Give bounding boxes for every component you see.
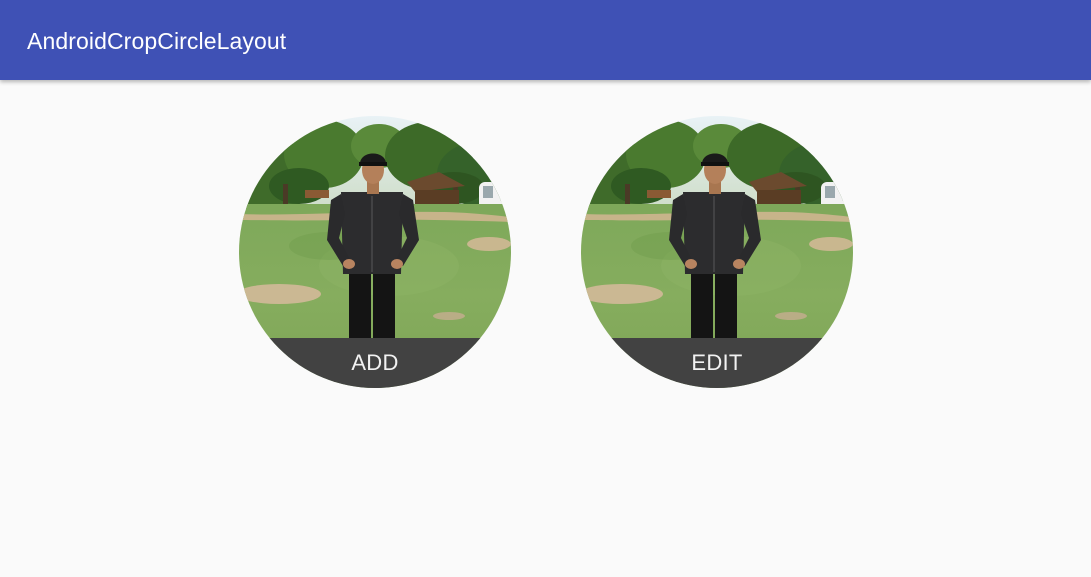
edit-label: EDIT: [691, 350, 743, 375]
app-bar: AndroidCropCircleLayout: [0, 0, 1091, 80]
add-caption-bar[interactable]: ADD: [239, 338, 511, 388]
app-title: AndroidCropCircleLayout: [27, 28, 287, 54]
add-photo-circle[interactable]: ADD: [239, 116, 511, 388]
add-label: ADD: [351, 350, 399, 375]
edit-caption-bar[interactable]: EDIT: [581, 338, 853, 388]
edit-photo-circle[interactable]: EDIT: [581, 116, 853, 388]
content-area: ADD EDIT: [0, 80, 1091, 577]
